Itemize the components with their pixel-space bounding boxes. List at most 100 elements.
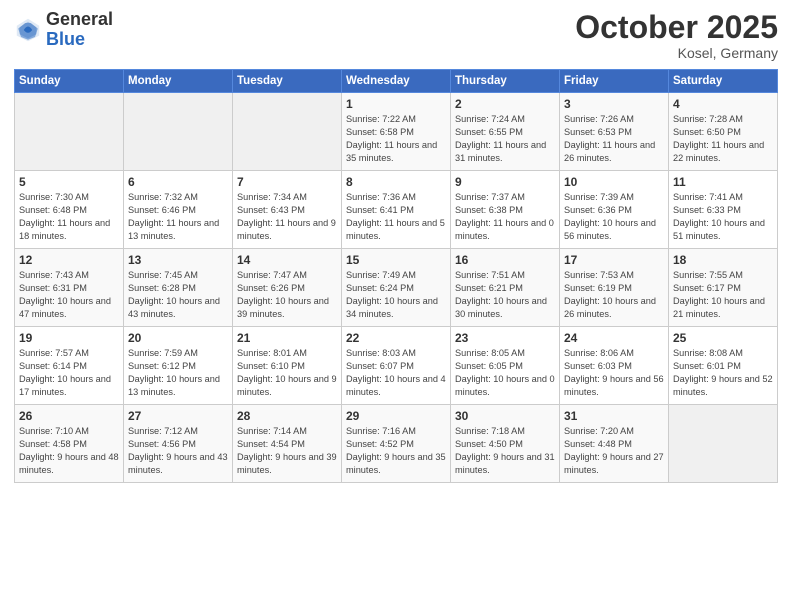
calendar-cell: 11 Sunrise: 7:41 AM Sunset: 6:33 PM Dayli… xyxy=(669,171,778,249)
day-number: 30 xyxy=(455,409,555,423)
weekday-header: Wednesday xyxy=(342,70,451,93)
logo: General Blue xyxy=(14,10,113,50)
calendar-cell: 18 Sunrise: 7:55 AM Sunset: 6:17 PM Dayli… xyxy=(669,249,778,327)
day-info: Sunrise: 7:43 AM Sunset: 6:31 PM Dayligh… xyxy=(19,269,119,321)
day-number: 9 xyxy=(455,175,555,189)
calendar-cell: 25Sunrise: 8:08 AM Sunset: 6:01 PM Dayli… xyxy=(669,327,778,405)
calendar-cell: 31Sunrise: 7:20 AM Sunset: 4:48 PM Dayli… xyxy=(560,405,669,483)
day-number: 2 xyxy=(455,97,555,111)
day-number: 17 xyxy=(564,253,664,267)
calendar-cell: 29 Sunrise: 7:16 AM Sunset: 4:52 PM Dayli… xyxy=(342,405,451,483)
calendar-cell: 20Sunrise: 7:59 AM Sunset: 6:12 PM Dayli… xyxy=(124,327,233,405)
day-number: 12 xyxy=(19,253,119,267)
day-number: 22 xyxy=(346,331,446,345)
calendar-cell xyxy=(233,93,342,171)
calendar-cell xyxy=(15,93,124,171)
calendar-cell xyxy=(669,405,778,483)
location: Kosel, Germany xyxy=(575,45,778,61)
calendar-table: SundayMondayTuesdayWednesdayThursdayFrid… xyxy=(14,69,778,483)
day-info: Sunrise: 7:26 AM Sunset: 6:53 PM Dayligh… xyxy=(564,113,664,165)
calendar-cell: 15 Sunrise: 7:49 AM Sunset: 6:24 PM Dayli… xyxy=(342,249,451,327)
day-info: Sunrise: 7:49 AM Sunset: 6:24 PM Dayligh… xyxy=(346,269,446,321)
day-info: Sunrise: 8:05 AM Sunset: 6:05 PM Dayligh… xyxy=(455,347,555,399)
day-info: Sunrise: 7:47 AM Sunset: 6:26 PM Dayligh… xyxy=(237,269,337,321)
day-info: Sunrise: 8:03 AM Sunset: 6:07 PM Dayligh… xyxy=(346,347,446,399)
day-number: 4 xyxy=(673,97,773,111)
day-number: 13 xyxy=(128,253,228,267)
day-number: 6 xyxy=(128,175,228,189)
logo-blue: Blue xyxy=(46,30,113,50)
day-info: Sunrise: 7:16 AM Sunset: 4:52 PM Dayligh… xyxy=(346,425,446,477)
day-info: Sunrise: 8:06 AM Sunset: 6:03 PM Dayligh… xyxy=(564,347,664,399)
day-info: Sunrise: 8:08 AM Sunset: 6:01 PM Dayligh… xyxy=(673,347,773,399)
day-number: 14 xyxy=(237,253,337,267)
day-info: Sunrise: 7:45 AM Sunset: 6:28 PM Dayligh… xyxy=(128,269,228,321)
day-number: 21 xyxy=(237,331,337,345)
calendar-week-row: 1Sunrise: 7:22 AM Sunset: 6:58 PM Daylig… xyxy=(15,93,778,171)
day-info: Sunrise: 7:20 AM Sunset: 4:48 PM Dayligh… xyxy=(564,425,664,477)
day-info: Sunrise: 7:10 AM Sunset: 4:58 PM Dayligh… xyxy=(19,425,119,477)
calendar-cell: 8Sunrise: 7:36 AM Sunset: 6:41 PM Daylig… xyxy=(342,171,451,249)
logo-icon xyxy=(14,16,42,44)
calendar-cell: 4Sunrise: 7:28 AM Sunset: 6:50 PM Daylig… xyxy=(669,93,778,171)
calendar-cell xyxy=(124,93,233,171)
day-info: Sunrise: 7:24 AM Sunset: 6:55 PM Dayligh… xyxy=(455,113,555,165)
day-number: 15 xyxy=(346,253,446,267)
day-number: 28 xyxy=(237,409,337,423)
day-number: 24 xyxy=(564,331,664,345)
day-number: 20 xyxy=(128,331,228,345)
day-number: 23 xyxy=(455,331,555,345)
day-number: 3 xyxy=(564,97,664,111)
calendar-cell: 22 Sunrise: 8:03 AM Sunset: 6:07 PM Dayli… xyxy=(342,327,451,405)
calendar-cell: 23 Sunrise: 8:05 AM Sunset: 6:05 PM Dayli… xyxy=(451,327,560,405)
day-info: Sunrise: 7:41 AM Sunset: 6:33 PM Dayligh… xyxy=(673,191,773,243)
day-info: Sunrise: 8:01 AM Sunset: 6:10 PM Dayligh… xyxy=(237,347,337,399)
day-info: Sunrise: 7:55 AM Sunset: 6:17 PM Dayligh… xyxy=(673,269,773,321)
calendar-cell: 17 Sunrise: 7:53 AM Sunset: 6:19 PM Dayli… xyxy=(560,249,669,327)
day-number: 7 xyxy=(237,175,337,189)
calendar-cell: 1Sunrise: 7:22 AM Sunset: 6:58 PM Daylig… xyxy=(342,93,451,171)
day-number: 26 xyxy=(19,409,119,423)
calendar-cell: 19 Sunrise: 7:57 AM Sunset: 6:14 PM Dayli… xyxy=(15,327,124,405)
weekday-header: Monday xyxy=(124,70,233,93)
calendar-cell: 27 Sunrise: 7:12 AM Sunset: 4:56 PM Dayli… xyxy=(124,405,233,483)
calendar-cell: 3 Sunrise: 7:26 AM Sunset: 6:53 PM Daylig… xyxy=(560,93,669,171)
calendar-cell: 28 Sunrise: 7:14 AM Sunset: 4:54 PM Dayli… xyxy=(233,405,342,483)
day-info: Sunrise: 7:32 AM Sunset: 6:46 PM Dayligh… xyxy=(128,191,228,243)
calendar-cell: 6 Sunrise: 7:32 AM Sunset: 6:46 PM Daylig… xyxy=(124,171,233,249)
calendar-week-row: 12 Sunrise: 7:43 AM Sunset: 6:31 PM Dayli… xyxy=(15,249,778,327)
weekday-header: Saturday xyxy=(669,70,778,93)
calendar-cell: 24 Sunrise: 8:06 AM Sunset: 6:03 PM Dayli… xyxy=(560,327,669,405)
day-number: 27 xyxy=(128,409,228,423)
calendar-cell: 10Sunrise: 7:39 AM Sunset: 6:36 PM Dayli… xyxy=(560,171,669,249)
day-info: Sunrise: 7:57 AM Sunset: 6:14 PM Dayligh… xyxy=(19,347,119,399)
calendar-cell: 30Sunrise: 7:18 AM Sunset: 4:50 PM Dayli… xyxy=(451,405,560,483)
day-number: 18 xyxy=(673,253,773,267)
calendar-cell: 13 Sunrise: 7:45 AM Sunset: 6:28 PM Dayli… xyxy=(124,249,233,327)
calendar-week-row: 26 Sunrise: 7:10 AM Sunset: 4:58 PM Dayli… xyxy=(15,405,778,483)
day-info: Sunrise: 7:30 AM Sunset: 6:48 PM Dayligh… xyxy=(19,191,119,243)
day-number: 29 xyxy=(346,409,446,423)
month-title: October 2025 xyxy=(575,10,778,45)
weekday-header-row: SundayMondayTuesdayWednesdayThursdayFrid… xyxy=(15,70,778,93)
day-number: 19 xyxy=(19,331,119,345)
day-info: Sunrise: 7:22 AM Sunset: 6:58 PM Dayligh… xyxy=(346,113,446,165)
calendar-cell: 16Sunrise: 7:51 AM Sunset: 6:21 PM Dayli… xyxy=(451,249,560,327)
calendar-cell: 21 Sunrise: 8:01 AM Sunset: 6:10 PM Dayli… xyxy=(233,327,342,405)
day-info: Sunrise: 7:12 AM Sunset: 4:56 PM Dayligh… xyxy=(128,425,228,477)
page-header: General Blue October 2025 Kosel, Germany xyxy=(14,10,778,61)
title-block: October 2025 Kosel, Germany xyxy=(575,10,778,61)
day-info: Sunrise: 7:36 AM Sunset: 6:41 PM Dayligh… xyxy=(346,191,446,243)
calendar-cell: 26 Sunrise: 7:10 AM Sunset: 4:58 PM Dayli… xyxy=(15,405,124,483)
day-info: Sunrise: 7:37 AM Sunset: 6:38 PM Dayligh… xyxy=(455,191,555,243)
weekday-header: Sunday xyxy=(15,70,124,93)
day-number: 10 xyxy=(564,175,664,189)
weekday-header: Thursday xyxy=(451,70,560,93)
logo-text: General Blue xyxy=(46,10,113,50)
calendar-cell: 5Sunrise: 7:30 AM Sunset: 6:48 PM Daylig… xyxy=(15,171,124,249)
day-number: 11 xyxy=(673,175,773,189)
day-info: Sunrise: 7:14 AM Sunset: 4:54 PM Dayligh… xyxy=(237,425,337,477)
logo-general: General xyxy=(46,10,113,30)
day-info: Sunrise: 7:53 AM Sunset: 6:19 PM Dayligh… xyxy=(564,269,664,321)
calendar-cell: 7Sunrise: 7:34 AM Sunset: 6:43 PM Daylig… xyxy=(233,171,342,249)
